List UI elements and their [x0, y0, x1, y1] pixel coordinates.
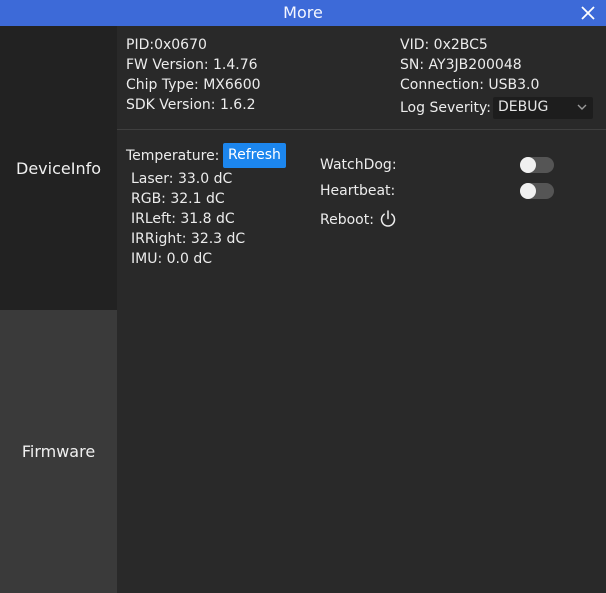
watchdog-label: WatchDog:	[320, 157, 397, 173]
temperature-item-irleft: IRLeft: 31.8 dC	[131, 211, 235, 227]
heartbeat-toggle[interactable]	[520, 183, 554, 199]
sidebar-item-label: DeviceInfo	[16, 158, 101, 178]
heartbeat-label: Heartbeat:	[320, 183, 396, 199]
vid-value: 0x2BC5	[433, 37, 488, 53]
pid-label: PID:	[126, 37, 155, 53]
toggle-knob	[520, 157, 536, 173]
temperature-item-value: 33.0 dC	[177, 171, 233, 187]
connection-row: Connection: USB3.0	[400, 77, 539, 93]
watchdog-toggle[interactable]	[520, 157, 554, 173]
temperature-item-laser: Laser: 33.0 dC	[131, 171, 232, 187]
reboot-label: Reboot:	[320, 212, 374, 228]
temperature-item-value: 0.0 dC	[166, 251, 213, 267]
vid-row: VID: 0x2BC5	[400, 37, 488, 53]
sidebar-item-firmware[interactable]: Firmware	[0, 310, 117, 593]
temperature-label: Temperature:	[126, 148, 220, 164]
temperature-item-label: Laser:	[131, 171, 174, 187]
chip-type-value: MX6600	[203, 77, 261, 93]
sdk-version-row: SDK Version: 1.6.2	[126, 97, 256, 113]
sn-row: SN: AY3JB200048	[400, 57, 522, 73]
close-button[interactable]	[578, 3, 598, 23]
connection-value: USB3.0	[488, 77, 540, 93]
toggle-knob	[520, 183, 536, 199]
pid-row: PID:0x0670	[126, 37, 207, 53]
device-info-panel: PID:0x0670 FW Version: 1.4.76 Chip Type:…	[117, 26, 606, 593]
connection-label: Connection:	[400, 77, 484, 93]
reboot-button[interactable]	[378, 209, 398, 229]
chevron-down-icon	[577, 104, 587, 110]
log-severity-value: DEBUG	[498, 99, 549, 115]
chip-type-label: Chip Type:	[126, 77, 199, 93]
temperature-item-rgb: RGB: 32.1 dC	[131, 191, 225, 207]
temperature-item-label: IRLeft:	[131, 211, 176, 227]
temperature-item-irright: IRRight: 32.3 dC	[131, 231, 245, 247]
temperature-item-label: RGB:	[131, 191, 166, 207]
temperature-item-value: 32.1 dC	[170, 191, 225, 207]
chip-type-row: Chip Type: MX6600	[126, 77, 261, 93]
temperature-item-value: 31.8 dC	[180, 211, 235, 227]
temperature-item-label: IRRight:	[131, 231, 187, 247]
log-severity-label: Log Severity:	[400, 100, 491, 116]
title-bar: More	[0, 0, 606, 26]
sidebar-item-label: Firmware	[21, 442, 96, 461]
fw-version-row: FW Version: 1.4.76	[126, 57, 258, 73]
more-window: More DeviceInfo Firmware PID:0x0670 FW V…	[0, 0, 606, 593]
temperature-item-value: 32.3 dC	[190, 231, 246, 247]
fw-version-label: FW Version:	[126, 57, 209, 73]
window-title: More	[283, 3, 323, 22]
temperature-item-label: IMU:	[131, 251, 163, 267]
refresh-button[interactable]: Refresh	[223, 143, 286, 168]
pid-value: 0x0670	[154, 37, 207, 53]
sn-value: AY3JB200048	[428, 57, 522, 73]
sdk-version-label: SDK Version:	[126, 97, 216, 113]
sn-label: SN:	[400, 57, 425, 73]
temperature-item-imu: IMU: 0.0 dC	[131, 251, 212, 267]
log-severity-select[interactable]: DEBUG	[493, 97, 593, 119]
fw-version-value: 1.4.76	[213, 57, 258, 73]
close-icon	[581, 6, 595, 20]
power-icon	[380, 210, 396, 227]
sidebar-item-deviceinfo[interactable]: DeviceInfo	[0, 26, 117, 310]
sidebar: DeviceInfo Firmware	[0, 26, 117, 593]
vid-label: VID:	[400, 37, 430, 53]
sdk-version-value: 1.6.2	[219, 97, 256, 113]
divider	[117, 129, 606, 130]
